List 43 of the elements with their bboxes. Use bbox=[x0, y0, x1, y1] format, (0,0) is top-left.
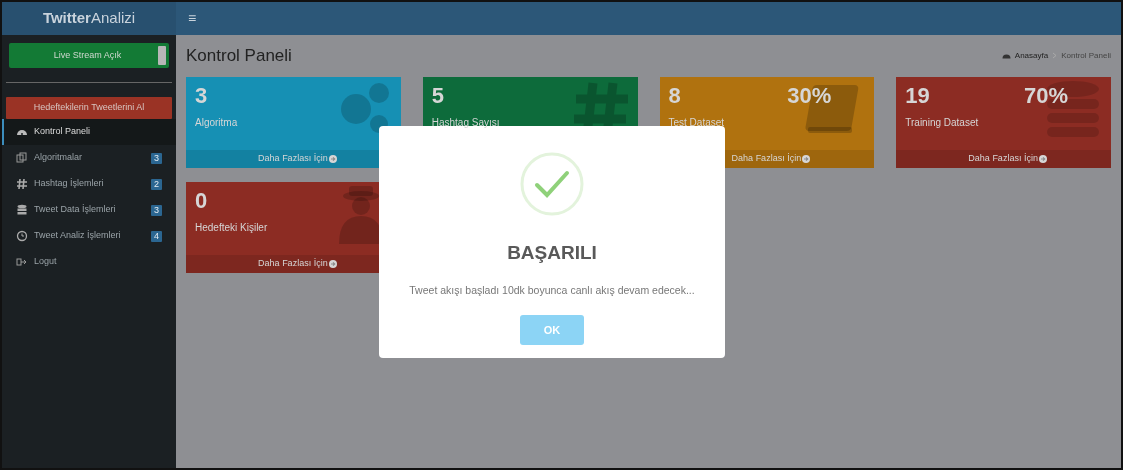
live-stream-toggle[interactable]: Live Stream Açık bbox=[9, 43, 169, 68]
sidebar-item[interactable]: Logut bbox=[2, 249, 176, 275]
action-button[interactable]: Hedeftekilerin Tweetlerini Al bbox=[6, 97, 172, 119]
stat-percent: 30% bbox=[787, 82, 832, 109]
stat-value: 5 bbox=[431, 82, 444, 109]
sidebar-item[interactable]: Tweet Data İşlemleri 3 bbox=[2, 197, 176, 223]
stat-label: Training Dataset bbox=[905, 115, 979, 130]
arrow-circle-icon bbox=[328, 259, 337, 268]
dialog-message: Tweet akışı başladı 10dk boyunca canlı akış devam edecek... bbox=[409, 282, 695, 298]
hash-icon bbox=[16, 178, 28, 190]
sidebar-item[interactable]: Hashtag İşlemleri 2 bbox=[2, 171, 176, 197]
stat-value: 19 bbox=[905, 82, 930, 109]
dashboard-icon bbox=[1001, 52, 1011, 60]
count-badge: 2 bbox=[151, 178, 162, 190]
brand-logo[interactable]: TwitterAnalizi bbox=[2, 2, 176, 35]
arrow-circle-icon bbox=[802, 154, 811, 163]
stat-value: 3 bbox=[195, 82, 208, 109]
breadcrumb-current: Kontrol Paneli bbox=[1061, 49, 1111, 62]
sidebar-item[interactable]: Kontrol Paneli bbox=[2, 119, 176, 145]
stat-label: Test Dataset bbox=[668, 115, 725, 130]
database-icon bbox=[16, 204, 28, 216]
breadcrumb-link[interactable]: Anasayfa bbox=[1014, 49, 1049, 62]
copy-icon bbox=[16, 152, 28, 164]
stat-label: Hashtag Sayısı bbox=[431, 115, 500, 130]
dialog-title: BAŞARILI bbox=[507, 241, 597, 265]
sidebar-item[interactable]: Algoritmalar 3 bbox=[2, 145, 176, 171]
sidebar-item[interactable]: Tweet Analiz İşlemleri 4 bbox=[2, 223, 176, 249]
stat-value: 8 bbox=[668, 82, 681, 109]
arrow-circle-icon bbox=[328, 154, 337, 163]
count-badge: 4 bbox=[151, 230, 162, 242]
arrow-circle-icon bbox=[1038, 154, 1047, 163]
chevron-icon bbox=[1052, 52, 1058, 60]
stat-label: Hedefteki Kişiler bbox=[195, 220, 268, 235]
menu-icon[interactable]: ≡ bbox=[188, 8, 197, 29]
success-check-icon bbox=[519, 151, 585, 217]
stat-label: Algoritma bbox=[195, 115, 238, 130]
stat-percent: 70% bbox=[1023, 82, 1068, 109]
count-badge: 3 bbox=[151, 152, 162, 164]
page-title: Kontrol Paneli bbox=[186, 45, 292, 67]
clock-icon bbox=[16, 230, 28, 242]
logout-icon bbox=[16, 256, 28, 268]
stat-value: 0 bbox=[195, 187, 208, 214]
count-badge: 3 bbox=[151, 204, 162, 216]
